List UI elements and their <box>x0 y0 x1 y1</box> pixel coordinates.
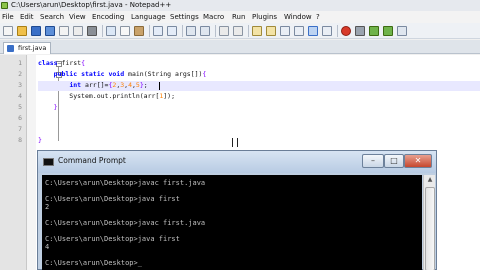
menu-view[interactable]: View <box>69 11 86 23</box>
tab-label: first.java <box>18 44 47 52</box>
code-line: class first{ <box>38 59 85 67</box>
menu-window[interactable]: Window <box>284 11 312 23</box>
toolbar-separator <box>182 25 183 37</box>
new-file-icon[interactable] <box>3 26 13 36</box>
stop-recording-icon[interactable] <box>355 26 365 36</box>
scrollbar-thumb[interactable] <box>425 187 435 270</box>
toolbar-separator <box>215 25 216 37</box>
menu-plugins[interactable]: Plugins <box>252 11 277 23</box>
line-number: 8 <box>18 136 22 144</box>
vertical-scrollbar[interactable]: ▲ <box>423 175 435 270</box>
cut-icon[interactable] <box>106 26 116 36</box>
console-line: C:\Users\arun\Desktop>java first <box>45 235 180 243</box>
notepad-plus-plus-icon <box>1 2 8 9</box>
menu-bar: File Edit Search View Encoding Language … <box>0 11 480 23</box>
line-number: 5 <box>18 103 22 111</box>
word-wrap-icon[interactable] <box>280 26 290 36</box>
console-icon <box>43 158 54 166</box>
paste-icon[interactable] <box>134 26 144 36</box>
title-bar: C:\Users\arun\Desktop\first.java - Notep… <box>0 0 480 11</box>
toolbar-separator <box>102 25 103 37</box>
line-number: 1 <box>18 59 22 67</box>
menu-search[interactable]: Search <box>40 11 64 23</box>
console-output[interactable]: C:\Users\arun\Desktop>javac first.java C… <box>42 175 422 270</box>
menu-language[interactable]: Language <box>131 11 166 23</box>
minimize-button[interactable]: – <box>362 154 384 168</box>
console-line: C:\Users\arun\Desktop>javac first.java <box>45 219 206 227</box>
find-icon[interactable] <box>186 26 196 36</box>
redo-icon[interactable] <box>167 26 177 36</box>
fold-guide <box>58 108 59 141</box>
print-icon[interactable] <box>87 26 97 36</box>
show-all-characters-icon[interactable] <box>294 26 304 36</box>
saved-disk-icon <box>7 45 14 52</box>
window-title: C:\Users\arun\Desktop\first.java - Notep… <box>11 1 172 9</box>
code-line: } <box>38 136 42 144</box>
menu-macro[interactable]: Macro <box>203 11 224 23</box>
document-map-icon[interactable] <box>322 26 332 36</box>
fold-margin: − − <box>27 55 62 270</box>
close-button[interactable]: ✕ <box>404 154 432 168</box>
record-macro-icon[interactable] <box>341 26 351 36</box>
line-number: 4 <box>18 92 22 100</box>
console-line: C:\Users\arun\Desktop>java first <box>45 195 180 203</box>
menu-edit[interactable]: Edit <box>20 11 34 23</box>
code-line: } <box>53 103 58 111</box>
zoom-in-icon[interactable] <box>219 26 229 36</box>
copy-icon[interactable] <box>120 26 130 36</box>
code-line: int arr[]={2,3,4,5}; <box>69 81 148 89</box>
scroll-up-arrow-icon[interactable]: ▲ <box>426 176 434 184</box>
toolbar <box>0 23 480 39</box>
menu-encoding[interactable]: Encoding <box>92 11 124 23</box>
menu-settings[interactable]: Settings <box>170 11 199 23</box>
save-macro-icon[interactable] <box>397 26 407 36</box>
run-macro-multiple-icon[interactable] <box>383 26 393 36</box>
sync-scroll-vertical-icon[interactable] <box>252 26 262 36</box>
i-beam-cursor-icon <box>232 138 238 147</box>
line-number-gutter: 1 2 3 4 5 6 7 8 <box>0 55 27 270</box>
console-line: 2 <box>45 203 50 211</box>
cmd-window-title: Command Prompt <box>58 156 126 165</box>
line-number: 6 <box>18 114 22 122</box>
command-prompt-window: Command Prompt – □ ✕ C:\Users\arun\Deskt… <box>37 150 437 270</box>
playback-macro-icon[interactable] <box>369 26 379 36</box>
close-file-icon[interactable] <box>59 26 69 36</box>
cmd-title-bar[interactable]: Command Prompt – □ ✕ <box>38 151 436 173</box>
menu-file[interactable]: File <box>2 11 14 23</box>
tab-bar: first.java <box>0 40 480 54</box>
line-number: 2 <box>18 70 22 78</box>
toolbar-separator <box>149 25 150 37</box>
replace-icon[interactable] <box>200 26 210 36</box>
line-number: 3 <box>18 81 22 89</box>
open-folder-icon[interactable] <box>17 26 27 36</box>
save-all-icon[interactable] <box>45 26 55 36</box>
console-line: 4 <box>45 243 50 251</box>
console-prompt-line: C:\Users\arun\Desktop>_ <box>45 259 142 267</box>
line-number: 7 <box>18 125 22 133</box>
code-line: public static void main(String args[]){ <box>53 70 207 78</box>
close-all-icon[interactable] <box>73 26 83 36</box>
console-line: C:\Users\arun\Desktop>javac first.java <box>45 179 206 187</box>
tab-first-java[interactable]: first.java <box>3 42 52 54</box>
save-icon[interactable] <box>31 26 41 36</box>
toolbar-separator <box>248 25 249 37</box>
sync-scroll-horizontal-icon[interactable] <box>266 26 276 36</box>
toolbar-separator <box>337 25 338 37</box>
indent-guide-icon[interactable] <box>308 26 318 36</box>
code-line: System.out.println(arr[1]); <box>38 92 175 100</box>
menu-run[interactable]: Run <box>232 11 245 23</box>
maximize-button[interactable]: □ <box>384 154 404 168</box>
menu-help[interactable]: ? <box>316 11 320 23</box>
zoom-out-icon[interactable] <box>233 26 243 36</box>
undo-icon[interactable] <box>153 26 163 36</box>
text-caret <box>159 82 160 90</box>
